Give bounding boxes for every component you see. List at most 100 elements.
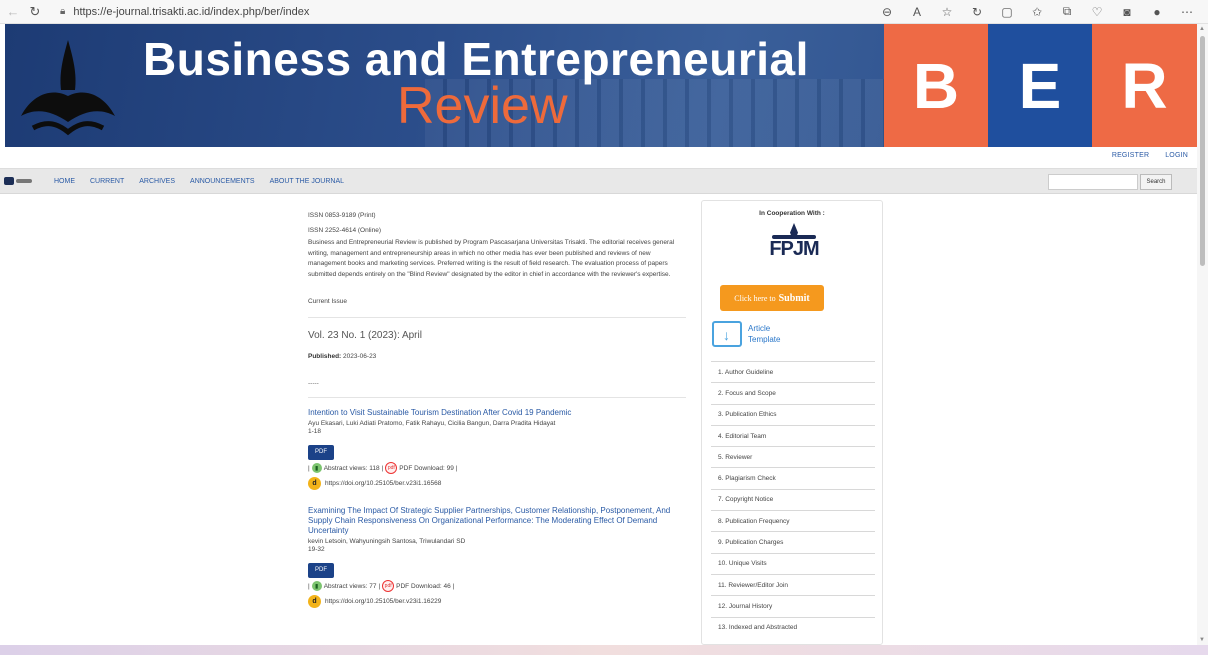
banner-letter-b: B	[884, 24, 988, 147]
article-authors: kevin Letsoin, Wahyuningsih Santosa, Tri…	[308, 538, 466, 545]
lock-icon: 🔒︎	[60, 6, 66, 17]
doi-row: d https://doi.org/10.25105/ber.v23i1.162…	[308, 595, 688, 608]
sidebar-item-indexed-abstracted[interactable]: 13. Indexed and Abstracted	[711, 616, 875, 638]
read-aloud-icon[interactable]: A	[902, 5, 932, 19]
sidebar-item-editorial-team[interactable]: 4. Editorial Team	[711, 424, 875, 446]
sidebar-item-reviewer-editor-join[interactable]: 11. Reviewer/Editor Join	[711, 573, 875, 595]
url-text: https://e-journal.trisakti.ac.id/index.p…	[73, 5, 310, 18]
cooperation-heading: In Cooperation With :	[759, 210, 825, 217]
browser-tools: ⊖ A ☆ ↻ ▢ ✩ ⧉ ♡ ◙ ● ⋯	[872, 4, 1202, 19]
issn-online: ISSN 2252-4614 (Online)	[308, 227, 381, 234]
doi-link[interactable]: https://doi.org/10.25105/ber.v23i1.16229	[325, 598, 441, 605]
trisakti-logo-icon	[21, 40, 115, 136]
article-title[interactable]: Intention to Visit Sustainable Tourism D…	[308, 408, 686, 418]
scroll-down-icon[interactable]: ▼	[1199, 637, 1205, 643]
user-links: REGISTER LOGIN	[1112, 152, 1188, 159]
sidebar-menu: 1. Author Guideline 2. Focus and Scope 3…	[711, 361, 875, 638]
article-item: Examining The Impact Of Strategic Suppli…	[308, 506, 688, 608]
search-button[interactable]: Search	[1140, 174, 1172, 190]
extension-icon[interactable]: ↻	[962, 5, 992, 19]
zoom-icon[interactable]: ⊖	[872, 5, 902, 19]
sidebar-item-plagiarism-check[interactable]: 6. Plagiarism Check	[711, 467, 875, 488]
favorites-bar-icon[interactable]: ✩	[1022, 5, 1052, 19]
doi-link[interactable]: https://doi.org/10.25105/ber.v23i1.16568	[325, 480, 441, 487]
main-navbar: HOME CURRENT ARCHIVES ANNOUNCEMENTS ABOU…	[0, 168, 1197, 194]
pdf-downloads: PDF Download: 46	[396, 582, 451, 590]
pdf-button[interactable]: PDF	[308, 445, 334, 460]
site-mini-logo[interactable]	[4, 176, 38, 186]
collections-icon[interactable]: ⧉	[1052, 4, 1082, 19]
back-icon[interactable]: ←	[2, 1, 24, 23]
page-scrollbar[interactable]: ▲ ▼	[1197, 24, 1208, 645]
current-issue-heading: Current Issue	[308, 298, 686, 318]
sidebar-item-author-guideline[interactable]: 1. Author Guideline	[711, 361, 875, 382]
refresh-icon[interactable]: ↻	[24, 1, 46, 23]
doi-icon: d	[308, 477, 321, 490]
article-authors: Ayu Ekasari, Luki Adiati Pratomo, Fatik …	[308, 420, 556, 427]
abstract-views: Abstract views: 77	[323, 582, 377, 590]
fpjm-logo[interactable]: FPJM	[766, 223, 822, 273]
login-link[interactable]: LOGIN	[1165, 152, 1188, 159]
journal-banner: Business and Entrepreneurial Review B E …	[5, 24, 1197, 147]
sidebar-item-reviewer[interactable]: 5. Reviewer	[711, 446, 875, 467]
nav-archives[interactable]: ARCHIVES	[139, 178, 175, 185]
nav-announcements[interactable]: ANNOUNCEMENTS	[190, 178, 255, 185]
download-document-icon	[712, 321, 742, 347]
favorite-icon[interactable]: ☆	[932, 5, 962, 19]
search-input[interactable]	[1048, 174, 1138, 190]
template-label-line1: Article	[748, 324, 771, 333]
sidebar-item-unique-visits[interactable]: 10. Unique Visits	[711, 552, 875, 574]
article-template-link[interactable]: Article Template	[712, 321, 780, 347]
taskbar-strip	[0, 645, 1208, 655]
submit-label: Submit	[778, 292, 810, 304]
nav-links: HOME CURRENT ARCHIVES ANNOUNCEMENTS ABOU…	[54, 178, 344, 185]
journal-description: Business and Entrepreneurial Review is p…	[308, 239, 675, 278]
banner-title-line2: Review	[397, 77, 568, 135]
abstract-views: Abstract views: 118	[323, 464, 380, 472]
submit-prefix: Click here to	[734, 293, 776, 303]
nav-home[interactable]: HOME	[54, 178, 75, 185]
banner-letter-e: E	[988, 24, 1092, 147]
banner-letter-r: R	[1092, 24, 1197, 147]
main-content: ISSN 0853-9189 (Print) ISSN 2252-4614 (O…	[308, 212, 688, 608]
copilot-icon[interactable]: ◙	[1112, 5, 1142, 19]
browser-toolbar: ← ↻ 🔒︎ https://e-journal.trisakti.ac.id/…	[0, 0, 1208, 24]
template-label-line2: Template	[748, 335, 781, 344]
nav-about[interactable]: ABOUT THE JOURNAL	[270, 178, 344, 185]
article-pages: 1-18	[308, 428, 322, 435]
abstract-views-icon: ▮	[311, 581, 322, 591]
issn-print: ISSN 0853-9189 (Print)	[308, 212, 376, 219]
submit-button[interactable]: Click here to Submit	[720, 285, 824, 311]
mini-logo-text-icon	[16, 179, 32, 183]
article-title[interactable]: Examining The Impact Of Strategic Suppli…	[308, 506, 686, 536]
profile-icon[interactable]: ●	[1142, 5, 1172, 19]
fpjm-wordmark: FPJM	[769, 238, 819, 260]
scroll-thumb[interactable]	[1200, 36, 1205, 266]
article-pages: 19-32	[308, 546, 325, 553]
sidebar-item-publication-ethics[interactable]: 3. Publication Ethics	[711, 403, 875, 425]
more-icon[interactable]: ⋯	[1172, 5, 1202, 19]
pdf-downloads: PDF Download: 99	[399, 464, 454, 472]
split-screen-icon[interactable]: ▢	[992, 5, 1022, 19]
browser-essentials-icon[interactable]: ♡	[1082, 5, 1112, 19]
mini-logo-icon	[4, 177, 14, 185]
sidebar-item-publication-charges[interactable]: 9. Publication Charges	[711, 531, 875, 552]
issue-title[interactable]: Vol. 23 No. 1 (2023): April	[308, 330, 688, 341]
doi-row: d https://doi.org/10.25105/ber.v23i1.165…	[308, 477, 688, 490]
scroll-up-icon[interactable]: ▲	[1199, 26, 1205, 32]
pdf-download-icon: pdf	[385, 462, 398, 474]
sidebar: In Cooperation With : FPJM Click here to…	[701, 200, 883, 645]
article-stats: | ▮ Abstract views: 118 | pdf PDF Downlo…	[308, 462, 688, 474]
nav-current[interactable]: CURRENT	[90, 178, 124, 185]
register-link[interactable]: REGISTER	[1112, 152, 1149, 159]
article-item: Intention to Visit Sustainable Tourism D…	[308, 408, 688, 490]
sidebar-item-focus-scope[interactable]: 2. Focus and Scope	[711, 382, 875, 403]
sidebar-item-copyright-notice[interactable]: 7. Copyright Notice	[711, 488, 875, 510]
abstract-views-icon: ▮	[311, 463, 322, 473]
sidebar-item-publication-frequency[interactable]: 8. Publication Frequency	[711, 510, 875, 531]
pdf-button[interactable]: PDF	[308, 563, 334, 578]
published-label: Published:	[308, 353, 342, 360]
sidebar-item-journal-history[interactable]: 12. Journal History	[711, 595, 875, 616]
section-divider: -----	[308, 380, 686, 398]
address-bar[interactable]: 🔒︎ https://e-journal.trisakti.ac.id/inde…	[54, 2, 872, 22]
